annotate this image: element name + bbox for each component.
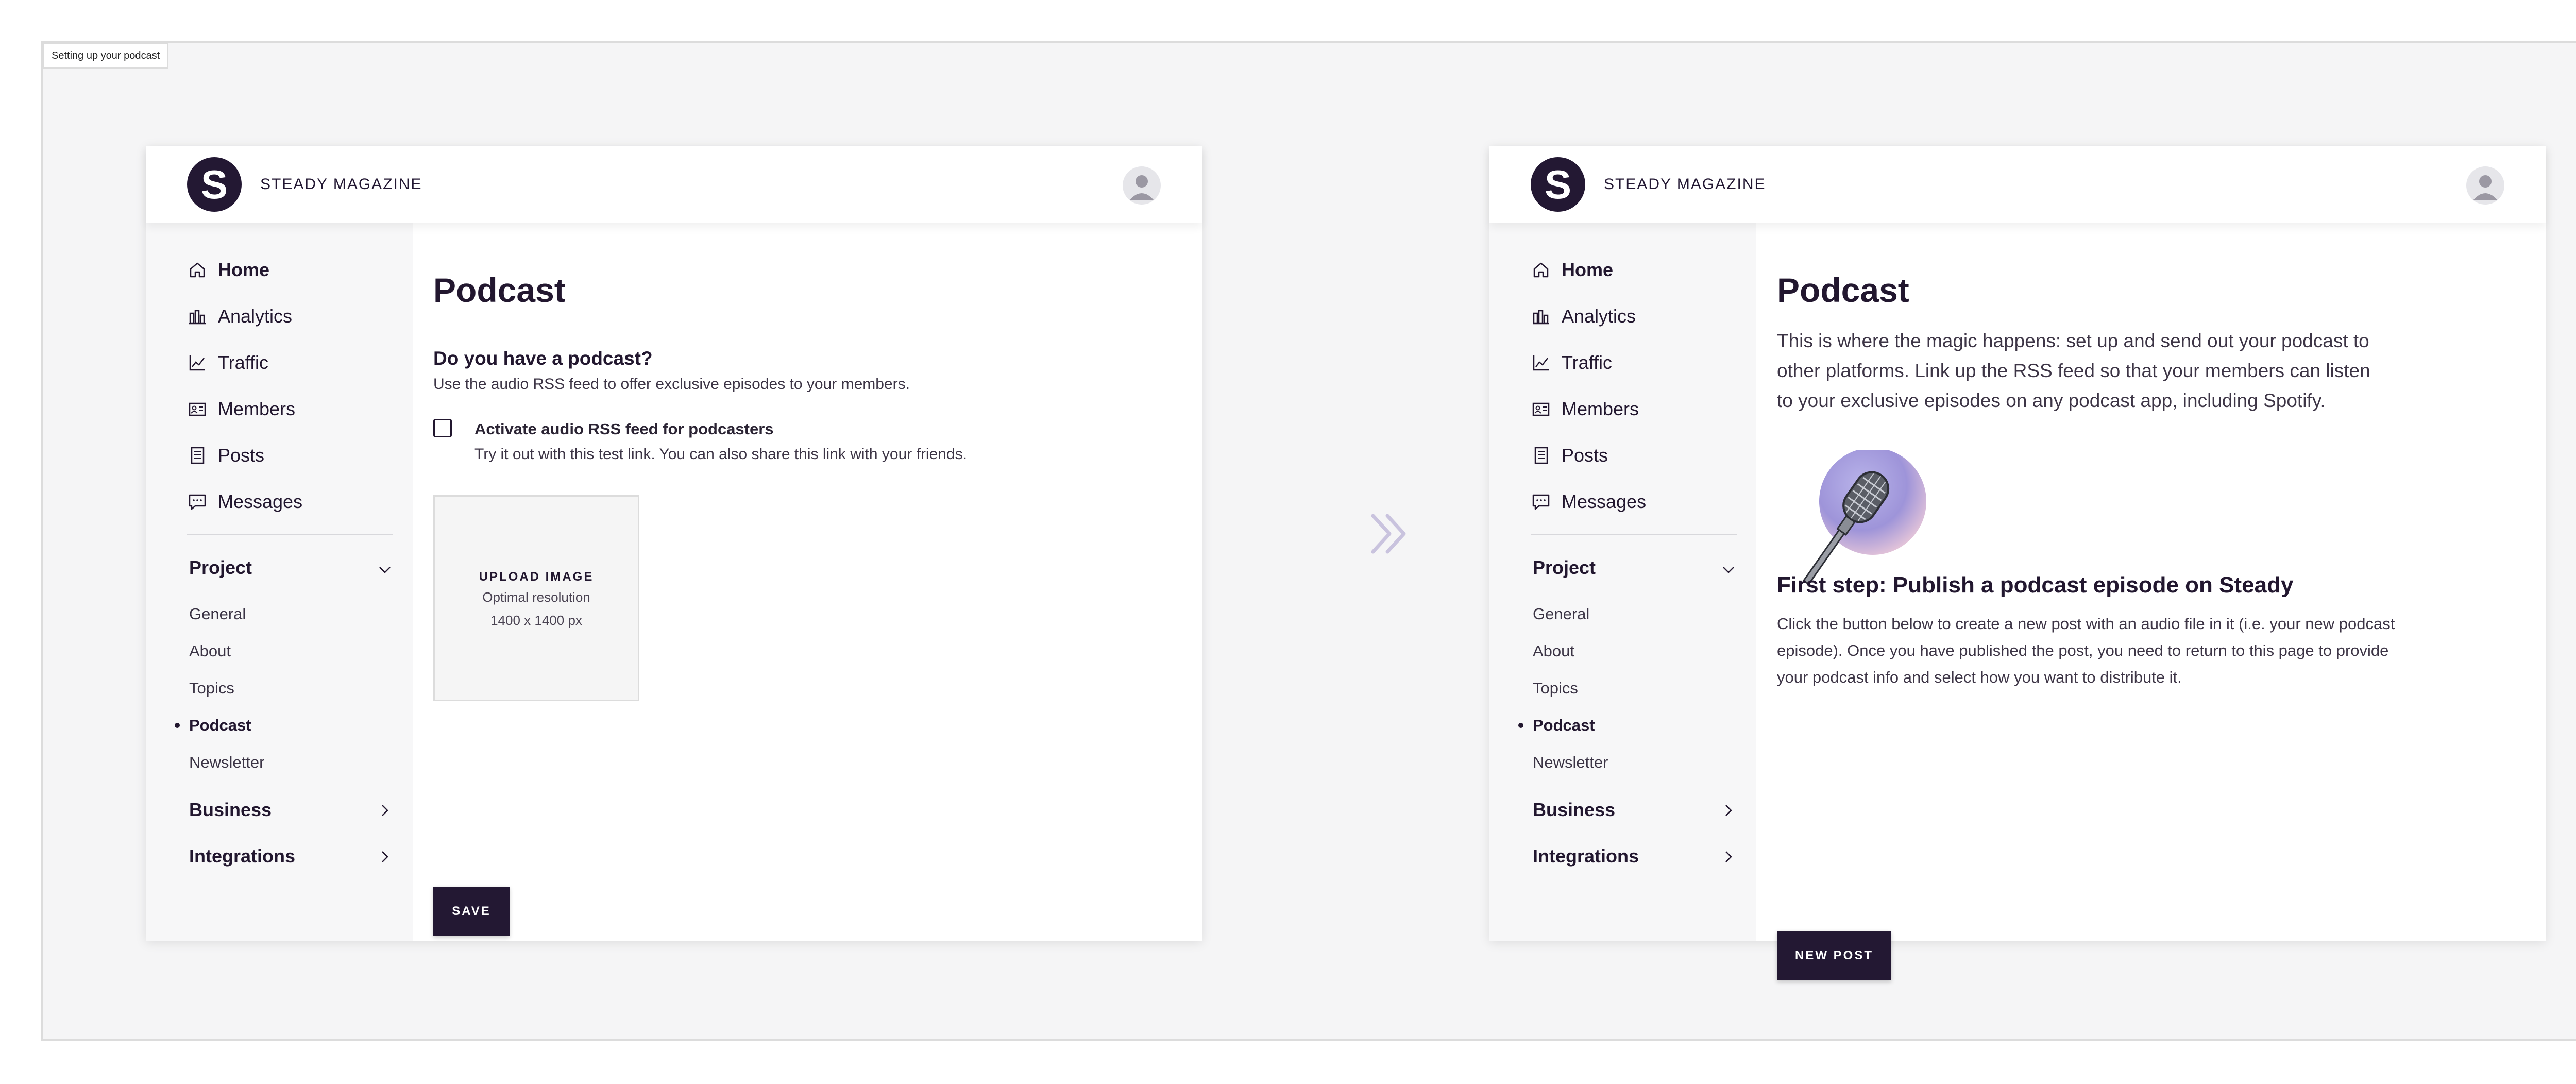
sidebar-item-analytics[interactable]: Analytics [1531,306,1636,327]
sidebar-item-label: Traffic [218,352,269,373]
home-icon [1531,260,1551,280]
sidebar-section-business[interactable]: Business [189,799,272,821]
sidebar-item-traffic[interactable]: Traffic [1531,352,1612,374]
upload-title: UPLOAD IMAGE [479,570,594,584]
sidebar-item-label: Members [218,398,296,419]
sidebar-subitem-label: Podcast [1533,716,1595,734]
sidebar-item-messages[interactable]: Messages [187,491,302,513]
podcast-question: Do you have a podcast? [433,348,653,369]
new-post-button[interactable]: NEW POST [1777,931,1891,980]
sidebar-item-analytics[interactable]: Analytics [187,306,292,327]
sidebar-item-traffic[interactable]: Traffic [187,352,268,374]
bar-chart-icon [1531,306,1551,327]
main-content: Podcast This is where the magic happens:… [1756,223,2546,980]
steady-logo[interactable]: S [1531,157,1585,212]
sidebar-subitem-topics[interactable]: Topics [189,679,234,698]
podcast-question-sub: Use the audio RSS feed to offer exclusiv… [433,376,910,393]
rss-feed-checkbox[interactable] [433,419,452,437]
window-before: S STEADY MAGAZINE Home Analytics Traffic… [146,146,1202,941]
sidebar-subitem-about[interactable]: About [189,642,231,660]
id-card-icon [187,399,208,419]
document-icon [1531,445,1551,466]
upload-image-box[interactable]: UPLOAD IMAGE Optimal resolution 1400 x 1… [433,495,639,701]
active-dot [1518,723,1523,728]
sidebar-item-label: Home [1562,259,1614,280]
top-bar: S STEADY MAGAZINE [146,146,1202,223]
sidebar-section-project[interactable]: Project [1533,557,1596,579]
sidebar-item-label: Analytics [218,306,293,327]
sidebar-item-label: Analytics [1562,306,1636,327]
sidebar-section-business[interactable]: Business [1533,799,1615,821]
page-title: Podcast [1777,271,1909,309]
user-avatar[interactable] [2466,166,2504,205]
chevron-right-icon[interactable] [1720,849,1737,865]
document-icon [187,445,208,466]
message-icon [187,492,208,512]
rss-feed-help-text: Try it out with this test link. You can … [474,446,967,463]
chevron-right-icon[interactable] [377,849,393,865]
first-step-title: First step: Publish a podcast episode on… [1777,572,2294,598]
window-after: S STEADY MAGAZINE Home Analytics Traffic… [1489,146,2546,980]
upload-resolution-label: Optimal resolution [482,589,590,605]
sidebar-item-label: Members [1562,398,1639,419]
sidebar-subitem-newsletter[interactable]: Newsletter [189,753,264,772]
frame-label: Setting up your podcast [43,43,169,69]
sidebar: Home Analytics Traffic Members Posts Mes… [1489,223,1756,941]
sidebar-section-integrations[interactable]: Integrations [189,845,295,867]
sidebar-subitem-general[interactable]: General [189,605,246,623]
sidebar-subitem-about[interactable]: About [1533,642,1574,660]
sidebar-item-label: Posts [1562,445,1608,466]
sidebar-item-posts[interactable]: Posts [1531,445,1608,466]
chevron-down-icon[interactable] [377,562,393,578]
line-chart-icon [187,352,208,373]
chevron-right-icon[interactable] [1720,802,1737,819]
line-chart-icon [1531,352,1551,373]
sidebar-item-members[interactable]: Members [1531,398,1639,420]
sidebar-divider [187,534,393,535]
save-button[interactable]: SAVE [433,887,510,936]
home-icon [187,260,208,280]
user-avatar[interactable] [1123,166,1161,205]
sidebar-subitem-podcast[interactable]: Podcast [1518,716,1595,735]
steady-logo[interactable]: S [187,157,242,212]
sidebar-item-label: Messages [1562,491,1647,512]
chevron-right-icon[interactable] [377,802,393,819]
sidebar-item-label: Posts [218,445,265,466]
sidebar-subitem-general[interactable]: General [1533,605,1589,623]
bar-chart-icon [187,306,208,327]
sidebar-item-label: Traffic [1562,352,1613,373]
page-title: Podcast [433,271,566,309]
sidebar: Home Analytics Traffic Members Posts Mes… [146,223,413,941]
sidebar-divider [1531,534,1737,535]
sidebar-item-home[interactable]: Home [1531,259,1613,281]
podcast-intro-text: This is where the magic happens: set up … [1777,330,2370,411]
brand-name: STEADY MAGAZINE [260,176,422,193]
brand-name: STEADY MAGAZINE [1604,176,1766,193]
sidebar-subitem-label: Podcast [189,716,251,734]
main-content: Podcast Do you have a podcast? Use the a… [413,223,1202,941]
sidebar-item-home[interactable]: Home [187,259,269,281]
active-dot [175,723,180,728]
id-card-icon [1531,399,1551,419]
chevron-down-icon[interactable] [1720,562,1737,578]
rss-feed-label: Activate audio RSS feed for podcasters [474,420,774,438]
message-icon [1531,492,1551,512]
sidebar-item-members[interactable]: Members [187,398,295,420]
sidebar-subitem-newsletter[interactable]: Newsletter [1533,753,1608,772]
upload-resolution-value: 1400 x 1400 px [490,613,582,628]
canvas: Setting up your podcast S STEADY MAGAZIN… [41,41,2576,1041]
sidebar-item-label: Messages [218,491,303,512]
first-step-body: Click the button below to create a new p… [1777,615,2395,686]
sidebar-subitem-topics[interactable]: Topics [1533,679,1578,698]
sidebar-section-project[interactable]: Project [189,557,252,579]
sidebar-item-messages[interactable]: Messages [1531,491,1646,513]
sidebar-section-integrations[interactable]: Integrations [1533,845,1639,867]
double-chevron-right-icon [1371,514,1406,554]
sidebar-subitem-podcast[interactable]: Podcast [175,716,251,735]
sidebar-item-label: Home [218,259,270,280]
sidebar-item-posts[interactable]: Posts [187,445,264,466]
top-bar: S STEADY MAGAZINE [1489,146,2546,223]
